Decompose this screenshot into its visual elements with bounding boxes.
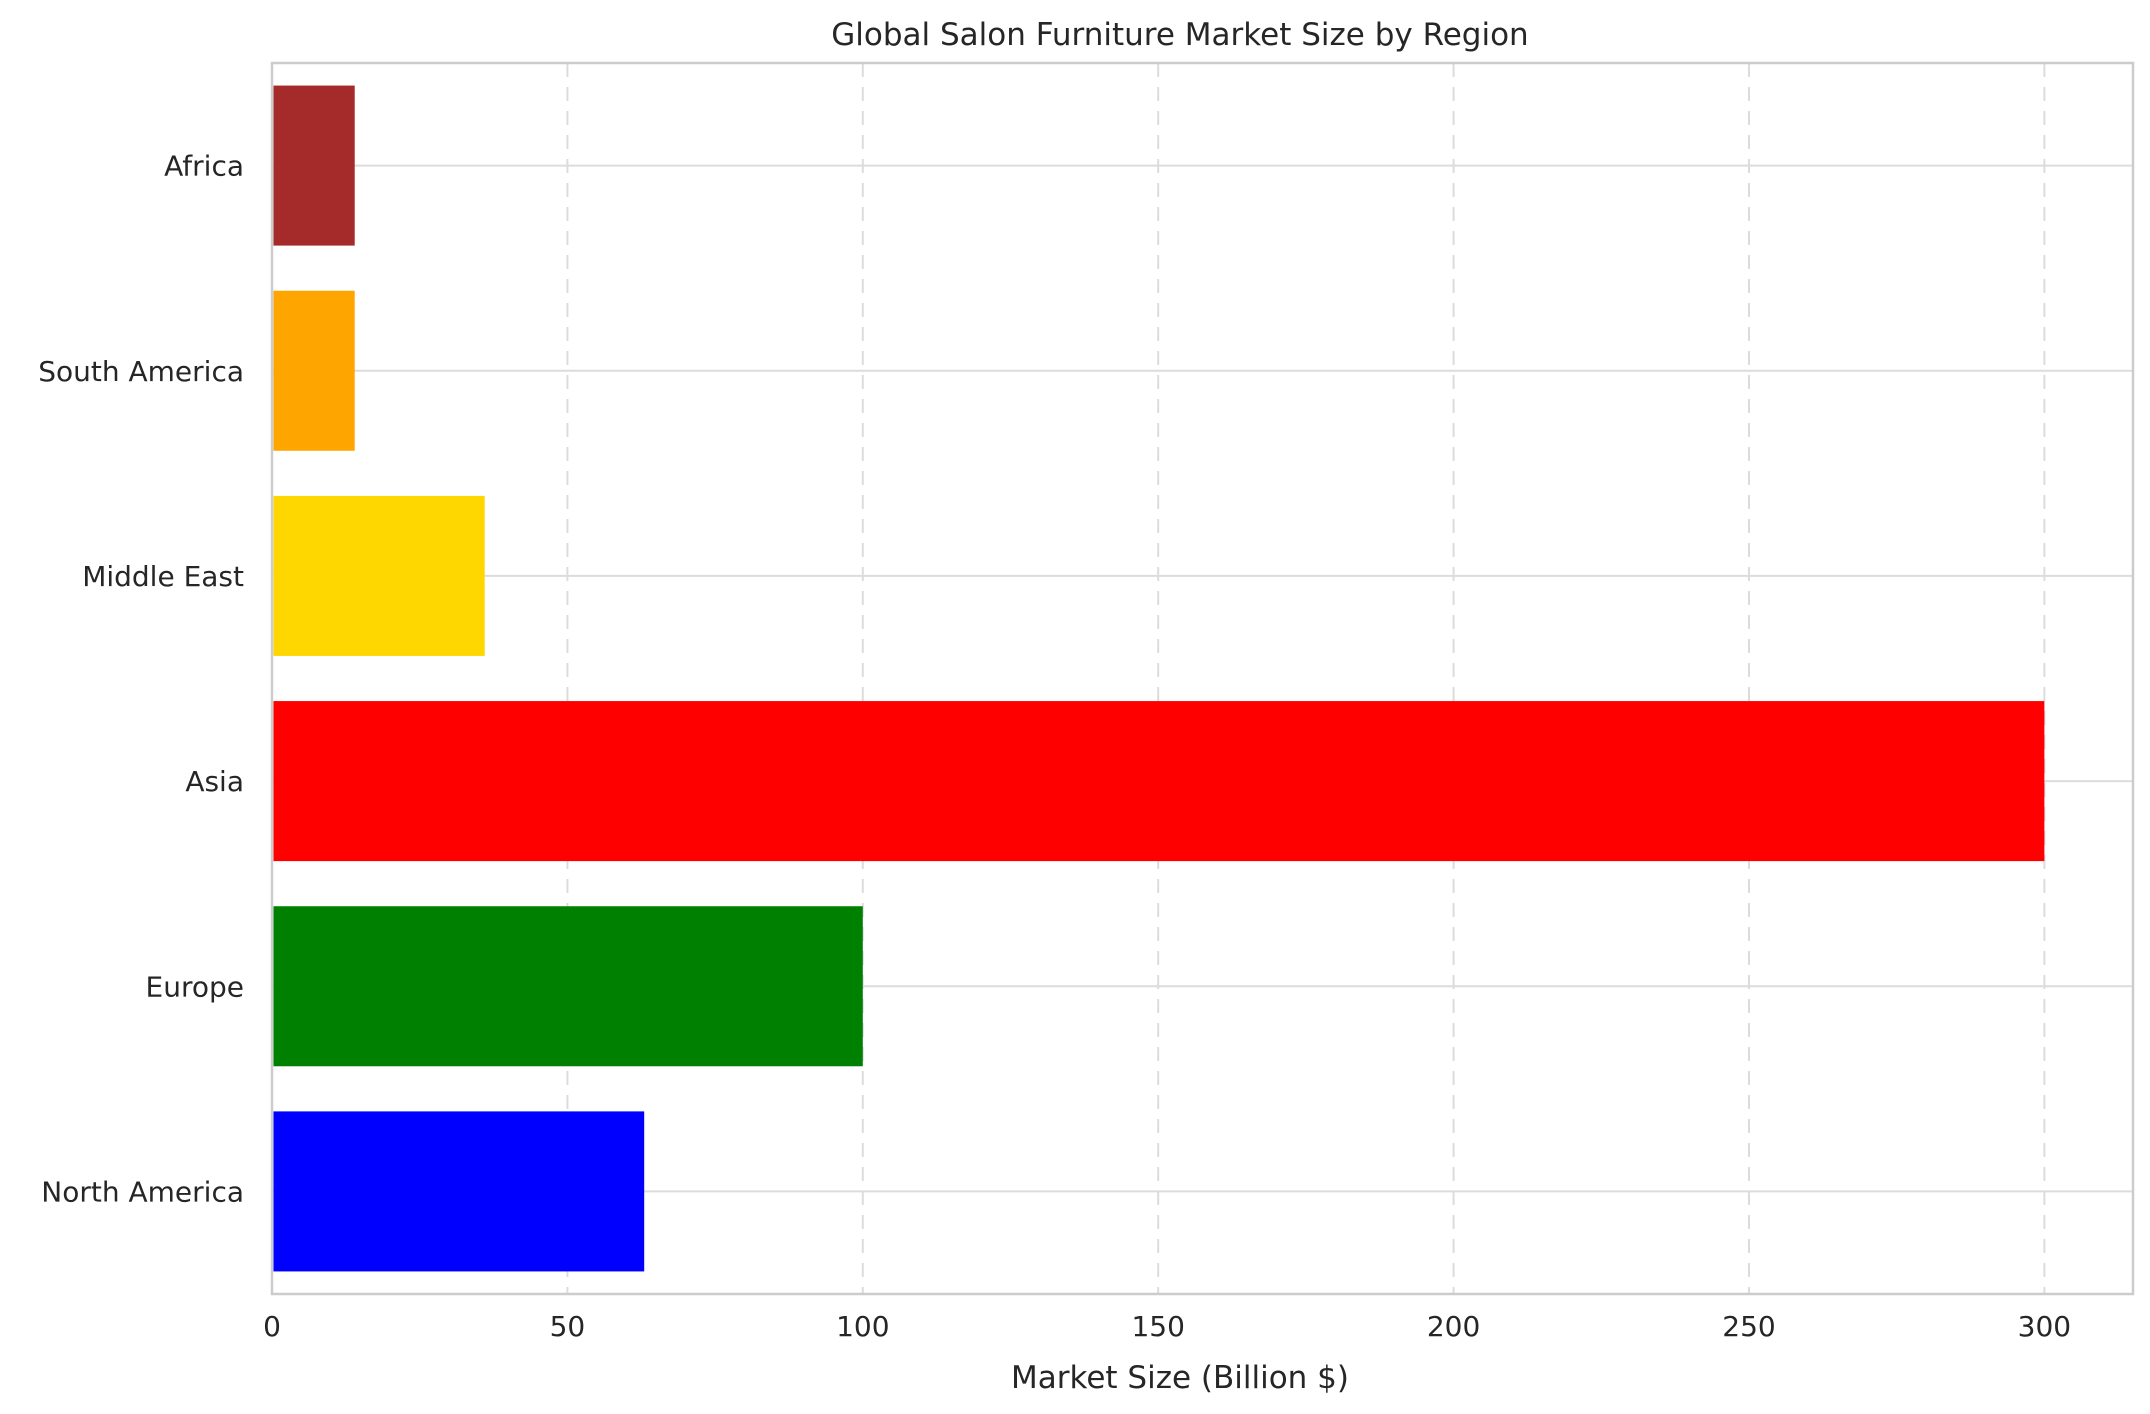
- x-tick-label: 0: [263, 1310, 281, 1343]
- y-tick-label: Asia: [185, 765, 244, 798]
- x-axis-label: Market Size (Billion $): [1011, 1360, 1349, 1396]
- x-tick-label: 150: [1131, 1310, 1184, 1343]
- grid-lines: [272, 63, 2133, 1294]
- y-tick-label: South America: [38, 355, 244, 388]
- bar-south-america: [273, 290, 355, 451]
- x-tick-label: 250: [1722, 1310, 1775, 1343]
- bar-africa: [273, 85, 355, 246]
- bar-chart: Global Salon Furniture Market Size by Re…: [38, 17, 2135, 1396]
- plot-area-frame: [270, 61, 2135, 1296]
- x-tick-label: 200: [1427, 1310, 1480, 1343]
- y-tick-label: Africa: [164, 150, 244, 183]
- x-tick-label: 100: [836, 1310, 889, 1343]
- bar-middle-east: [273, 495, 485, 656]
- x-tick-label: 50: [550, 1310, 586, 1343]
- y-tick-label: Europe: [146, 970, 244, 1003]
- bar-europe: [273, 906, 863, 1067]
- bar-north-america: [273, 1111, 645, 1272]
- y-tick-label: Middle East: [82, 560, 244, 593]
- x-axis-ticks: 0 50 100 150 200 250 300: [263, 1310, 2071, 1343]
- y-tick-label: North America: [41, 1175, 244, 1208]
- chart-title: Global Salon Furniture Market Size by Re…: [831, 17, 1528, 53]
- y-axis-ticks: North America Europe Asia Middle East South …: [38, 150, 244, 1209]
- bar-asia: [273, 701, 2045, 862]
- x-tick-label: 300: [2018, 1310, 2071, 1343]
